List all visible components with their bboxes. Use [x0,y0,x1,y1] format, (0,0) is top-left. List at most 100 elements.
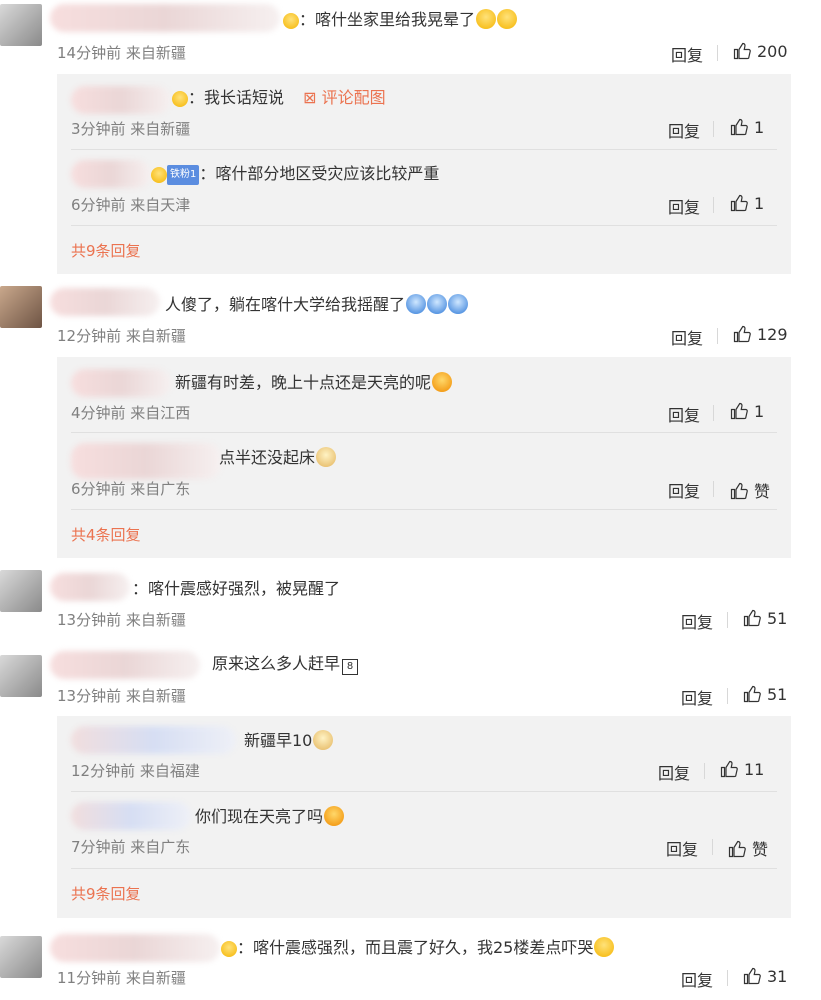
reply-meta: 4分钟前 来自江西 [71,404,191,422]
reply-button[interactable]: 回复 [668,402,700,426]
comment-item: ：喀什坐家里给我晃晕了 14分钟前 来自新疆 回复 200 ：我长话短说 ⊠ 评… [0,0,821,275]
comment-text: 原来这么多人赶早 8 [212,654,359,675]
username-blurred[interactable] [71,443,221,479]
reply-text: 新疆早10 [244,730,334,751]
username-blurred[interactable] [50,573,130,601]
divider [704,763,705,779]
thumbs-up-icon [743,967,761,985]
reply-button[interactable]: 回复 [668,118,700,142]
divider [713,481,714,497]
comment-text: ：喀什坐家里给我晃晕了 [282,9,518,30]
thumbs-up-icon [733,325,751,343]
divider [713,197,714,213]
reply-meta: 3分钟前 来自新疆 [71,120,191,138]
thumbs-up-icon [730,118,748,136]
reply-text: ：我长话短说 ⊠ 评论配图 [171,88,386,108]
divider [717,328,718,344]
username-blurred[interactable] [50,651,200,679]
crying-emoji-icon [476,9,497,29]
divider [727,970,728,986]
divider [727,612,728,628]
username-blurred[interactable] [71,802,191,830]
like-button[interactable]: 51 [743,609,787,628]
comment-meta: 13分钟前 来自新疆 [57,611,186,629]
laughing-emoji-icon [432,372,453,392]
username-blurred[interactable] [71,86,171,114]
reply-button[interactable]: 回复 [658,760,690,784]
emoji-icon [406,294,427,314]
comment-feed: ：喀什坐家里给我晃晕了 14分钟前 来自新疆 回复 200 ：我长话短说 ⊠ 评… [0,0,821,1000]
username-blurred[interactable] [50,934,220,962]
avatar[interactable] [0,936,42,978]
reply-button[interactable]: 回复 [681,609,713,633]
thumbs-up-icon [730,482,748,500]
avatar[interactable] [0,655,42,697]
comment-item: ：喀什震感好强烈，被晃醒了 13分钟前 来自新疆 回复 51 [0,565,821,635]
like-button[interactable]: 赞 [730,478,770,502]
reply-box: ：我长话短说 ⊠ 评论配图 3分钟前 来自新疆 回复 1 铁粉1 ：喀什部分地区受… [57,74,791,274]
comment-meta: 13分钟前 来自新疆 [57,687,186,705]
reply-item: 点半还没起床 6分钟前 来自广东 回复 赞 [57,433,791,508]
reply-button[interactable]: 回复 [668,194,700,218]
avatar[interactable] [0,4,42,46]
reply-button[interactable]: 回复 [668,478,700,502]
reply-text: 新疆有时差，晚上十点还是天亮的呢 [175,372,453,393]
comment-item: 原来这么多人赶早 8 13分钟前 来自新疆 回复 51 新疆早10 12分钟前 来… [0,643,821,918]
reply-button[interactable]: 回复 [671,42,703,66]
comment-image-link[interactable]: ⊠ 评论配图 [303,88,386,107]
like-button[interactable]: 赞 [728,836,768,860]
like-button[interactable]: 31 [743,967,787,986]
more-replies-link[interactable]: 共9条回复 [71,240,141,261]
reply-meta: 6分钟前 来自天津 [71,196,191,214]
username-blurred[interactable] [50,4,280,32]
divider [713,405,714,421]
like-button[interactable]: 1 [730,194,764,213]
divider [713,121,714,137]
crying-emoji-icon [497,9,518,29]
username-blurred[interactable] [71,726,236,754]
like-button[interactable]: 200 [733,42,788,61]
thumbs-up-icon [733,42,751,60]
more-replies-link[interactable]: 共4条回复 [71,524,141,545]
like-button[interactable]: 1 [730,402,764,421]
crown-icon [283,13,299,29]
reply-meta: 6分钟前 来自广东 [71,480,191,498]
divider [71,509,777,510]
crown-icon [221,941,237,957]
reply-item: ：我长话短说 ⊠ 评论配图 3分钟前 来自新疆 回复 1 [57,74,791,149]
crying-emoji-icon [594,937,615,957]
reply-button[interactable]: 回复 [671,325,703,349]
divider [71,868,777,869]
reply-text: 你们现在天亮了吗 [195,806,345,827]
reply-item: 铁粉1 ：喀什部分地区受灾应该比较严重 6分钟前 来自天津 回复 1 [57,150,791,225]
comment-meta: 11分钟前 来自新疆 [57,969,186,987]
like-button[interactable]: 51 [743,685,787,704]
divider [71,225,777,226]
reply-text: 铁粉1 ：喀什部分地区受灾应该比较严重 [150,164,439,185]
comment-meta: 14分钟前 来自新疆 [57,44,186,62]
reply-meta: 12分钟前 来自福建 [71,762,200,780]
like-button[interactable]: 1 [730,118,764,137]
thumbs-up-icon [730,194,748,212]
username-blurred[interactable] [71,160,151,188]
comment-text: 人傻了，躺在喀什大学给我摇醒了 [165,294,469,315]
doge-emoji-icon [313,730,334,750]
thumbs-up-icon [743,609,761,627]
avatar[interactable] [0,570,42,612]
like-button[interactable]: 11 [720,760,764,779]
emoji-icon [427,294,448,314]
divider [717,45,718,61]
emoji-icon [448,294,469,314]
divider [727,688,728,704]
reply-text: 点半还没起床 [219,447,337,468]
reply-button[interactable]: 回复 [681,685,713,709]
reply-button[interactable]: 回复 [681,967,713,991]
like-button[interactable]: 129 [733,325,788,344]
username-blurred[interactable] [50,288,160,316]
reply-button[interactable]: 回复 [666,836,698,860]
avatar[interactable] [0,286,42,328]
doge-emoji-icon [316,447,337,467]
emoji-icon [324,806,345,826]
username-blurred[interactable] [71,369,171,397]
more-replies-link[interactable]: 共9条回复 [71,883,141,904]
